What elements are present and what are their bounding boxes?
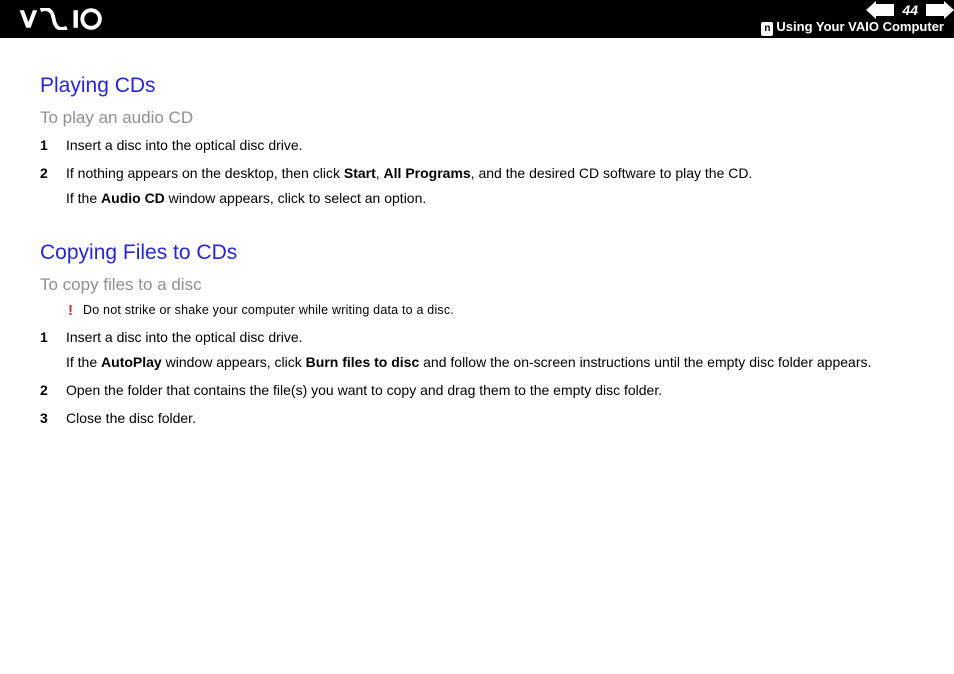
step-text: If nothing appears on the desktop, then … <box>66 164 932 209</box>
breadcrumb: nUsing Your VAIO Computer <box>761 19 944 36</box>
warning-text: Do not strike or shake your computer whi… <box>83 303 454 317</box>
playing-cds-steps: 1 Insert a disc into the optical disc dr… <box>40 136 932 209</box>
heading-playing-cds: Playing CDs <box>40 74 932 98</box>
list-item: 3 Close the disc folder. <box>40 409 932 429</box>
next-page-arrow-icon[interactable] <box>926 4 944 16</box>
step-number: 1 <box>40 136 52 156</box>
vaio-logo <box>18 8 118 30</box>
list-item: 1 Insert a disc into the optical disc dr… <box>40 328 932 373</box>
subheading-to-copy-files: To copy files to a disc <box>40 275 932 295</box>
step-text: Insert a disc into the optical disc driv… <box>66 328 932 373</box>
header-nav: 44 nUsing Your VAIO Computer <box>761 0 944 38</box>
heading-copying-files: Copying Files to CDs <box>40 241 932 265</box>
subheading-to-play-audio-cd: To play an audio CD <box>40 108 932 128</box>
step-text: Open the folder that contains the file(s… <box>66 381 932 401</box>
copying-files-steps: 1 Insert a disc into the optical disc dr… <box>40 328 932 428</box>
step-number: 2 <box>40 164 52 209</box>
warning-icon: ! <box>68 303 73 318</box>
list-item: 2 If nothing appears on the desktop, the… <box>40 164 932 209</box>
prev-page-arrow-icon[interactable] <box>876 4 894 16</box>
page-content: Playing CDs To play an audio CD 1 Insert… <box>0 38 954 468</box>
step-number: 3 <box>40 409 52 429</box>
step-number: 1 <box>40 328 52 373</box>
step-text: Insert a disc into the optical disc driv… <box>66 136 932 156</box>
list-item: 1 Insert a disc into the optical disc dr… <box>40 136 932 156</box>
top-bar: 44 nUsing Your VAIO Computer <box>0 0 954 38</box>
page-number: 44 <box>902 2 918 18</box>
warning-note: ! Do not strike or shake your computer w… <box>68 303 932 318</box>
step-text: Close the disc folder. <box>66 409 932 429</box>
step-number: 2 <box>40 381 52 401</box>
list-item: 2 Open the folder that contains the file… <box>40 381 932 401</box>
